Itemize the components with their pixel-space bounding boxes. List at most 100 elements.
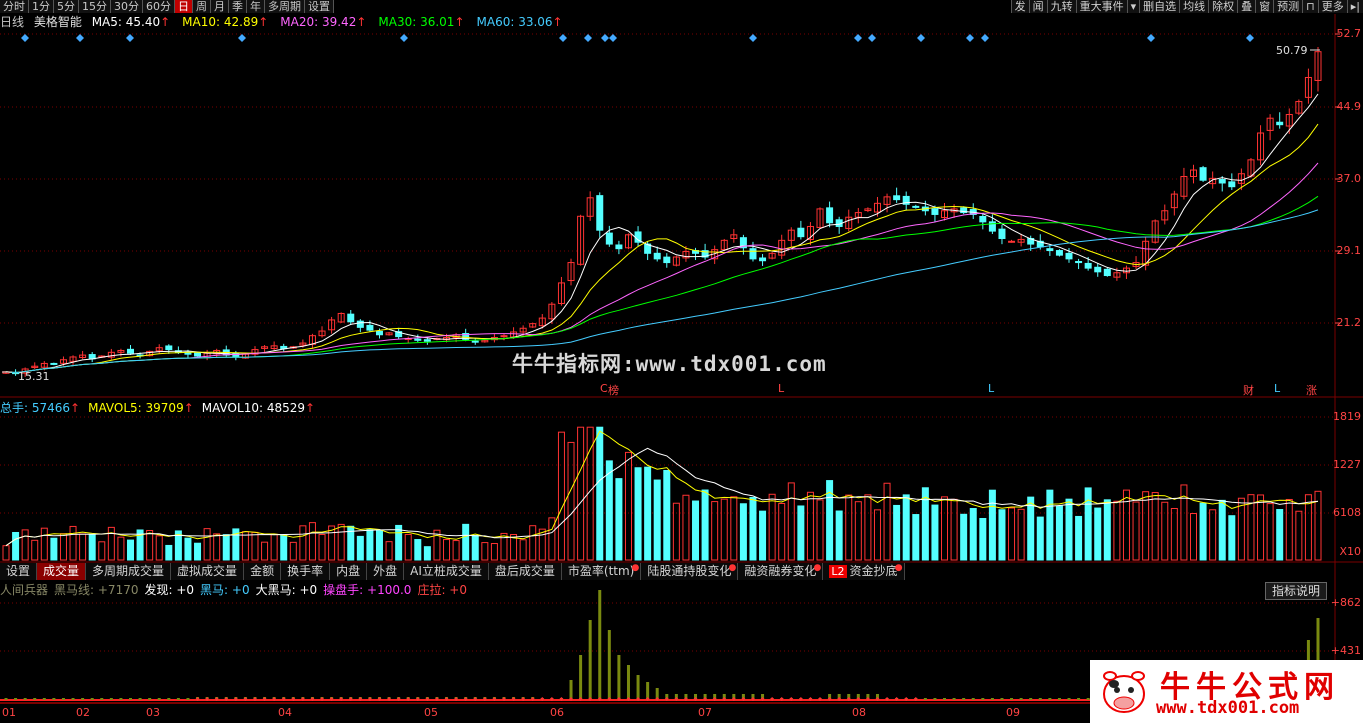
- event-mark[interactable]: L: [778, 382, 784, 395]
- event-mark[interactable]: L: [1274, 382, 1280, 395]
- price-axis-tick: 52.7: [1336, 27, 1362, 40]
- signal-diamond: [1246, 34, 1254, 42]
- volume-bar: [1055, 505, 1063, 561]
- indicator-tab-1[interactable]: 成交量: [37, 563, 87, 580]
- date-tick: 05: [424, 706, 438, 719]
- volume-bar: [941, 496, 949, 561]
- volume-bar: [1008, 507, 1016, 561]
- volume-bar: [126, 539, 134, 561]
- event-mark[interactable]: 涨: [1306, 382, 1317, 398]
- date-tick: 07: [698, 706, 712, 719]
- indicator-tab-9[interactable]: 盘后成交量: [488, 563, 562, 580]
- candle-body: [1055, 250, 1063, 256]
- indicator-bar: [186, 698, 190, 700]
- indicator-tab-7[interactable]: 外盘: [367, 563, 405, 580]
- indicator-bar: [933, 698, 937, 700]
- volume-bar: [40, 527, 48, 561]
- volume-bar: [98, 541, 106, 561]
- indicator-bar: [952, 698, 956, 700]
- indicator-bar: [33, 698, 37, 700]
- volume-bar: [462, 523, 470, 561]
- volume-bar: [873, 509, 881, 561]
- indicator-bar: [588, 620, 592, 700]
- indicator-bar: [626, 665, 630, 700]
- candle-body: [1228, 181, 1236, 188]
- indicator-tab-10[interactable]: 市盈率(ttm) ●: [561, 563, 642, 580]
- indicator-bar: [71, 698, 75, 700]
- indicator-bar: [990, 698, 994, 700]
- volume-legend-item: MAVOL10: 48529↑: [201, 401, 316, 415]
- volume-bar: [787, 482, 795, 561]
- signal-diamond: [1147, 34, 1155, 42]
- candle-body: [912, 205, 920, 208]
- volume-legend-item: 总手: 57466↑: [0, 401, 81, 415]
- candle-body: [366, 324, 374, 331]
- indicator-help-button[interactable]: 指标说明: [1264, 582, 1327, 600]
- volume-bar: [567, 441, 575, 561]
- volume-bar: [270, 533, 278, 561]
- volume-bar: [1084, 487, 1092, 561]
- event-mark[interactable]: 财: [1243, 382, 1254, 398]
- volume-bar: [1132, 501, 1140, 561]
- candle-body: [414, 338, 422, 341]
- volume-bar: [605, 460, 613, 561]
- event-mark[interactable]: 榜: [608, 382, 619, 398]
- volume-bar: [1199, 502, 1207, 561]
- volume-ma-line: [5, 430, 1319, 547]
- volume-bar: [864, 494, 872, 561]
- candle-body: [50, 362, 58, 365]
- candle-body: [653, 252, 661, 260]
- volume-bar: [1285, 498, 1293, 561]
- volume-bar: [1266, 503, 1274, 561]
- indicator-bar: [23, 698, 27, 700]
- indicator-tab-12[interactable]: 融资融券变化 ●: [738, 563, 824, 580]
- volume-bar: [366, 529, 374, 561]
- indicator-bar: [42, 698, 46, 700]
- indicator-tab-4[interactable]: 金额: [244, 563, 282, 580]
- indicator-tab-3[interactable]: 虚拟成交量: [171, 563, 245, 580]
- volume-bar: [672, 502, 680, 561]
- event-mark[interactable]: L: [988, 382, 994, 395]
- volume-bar: [1257, 494, 1265, 561]
- indicator-bar: [636, 675, 640, 700]
- volume-bar: [1170, 507, 1178, 561]
- indicator-bar: [923, 698, 927, 700]
- volume-bar: [739, 503, 747, 561]
- volume-bar: [759, 510, 767, 561]
- volume-bar: [1075, 515, 1083, 561]
- volume-bar: [1209, 509, 1217, 561]
- volume-bar: [1304, 494, 1312, 561]
- candle-body: [1218, 179, 1226, 184]
- volume-bar: [404, 533, 412, 561]
- indicator-tab-6[interactable]: 内盘: [330, 563, 368, 580]
- event-mark[interactable]: C: [600, 382, 608, 395]
- volume-bar: [768, 493, 776, 561]
- volume-bar: [893, 504, 901, 561]
- volume-bar: [375, 530, 383, 561]
- candle-body: [1199, 167, 1207, 181]
- volume-bar: [21, 529, 29, 561]
- indicator-header: 人间兵器 黑马线: +7170 发现: +0 黑马: +0 大黑马: +0 操盘手: +1…: [0, 582, 473, 598]
- indicator-tab-13[interactable]: L2 资金抄底 ●: [823, 563, 905, 580]
- volume-bar: [988, 489, 996, 561]
- volume-bar: [1161, 501, 1169, 561]
- volume-bar: [1218, 499, 1226, 561]
- volume-bar: [778, 503, 786, 561]
- indicator-tab-0[interactable]: 设置: [0, 563, 38, 580]
- volume-bar: [1142, 491, 1150, 561]
- indicator-tab-2[interactable]: 多周期成交量: [86, 563, 172, 580]
- indicator-tab-8[interactable]: AI立桩成交量: [404, 563, 489, 580]
- indicator-bar: [157, 698, 161, 700]
- indicator-tab-11[interactable]: 陆股通持股变化 ●: [641, 563, 739, 580]
- volume-bar: [730, 496, 738, 561]
- indicator-bar: [14, 698, 18, 700]
- candle-body: [663, 256, 671, 264]
- candle-body: [596, 195, 604, 231]
- volume-bar: [634, 467, 642, 561]
- indicator-axis-tick: +862: [1330, 596, 1361, 609]
- volume-bar: [490, 543, 498, 561]
- volume-bar: [1237, 497, 1245, 561]
- volume-bar: [155, 535, 163, 561]
- indicator-tab-5[interactable]: 换手率: [281, 563, 331, 580]
- candle-body: [375, 330, 383, 336]
